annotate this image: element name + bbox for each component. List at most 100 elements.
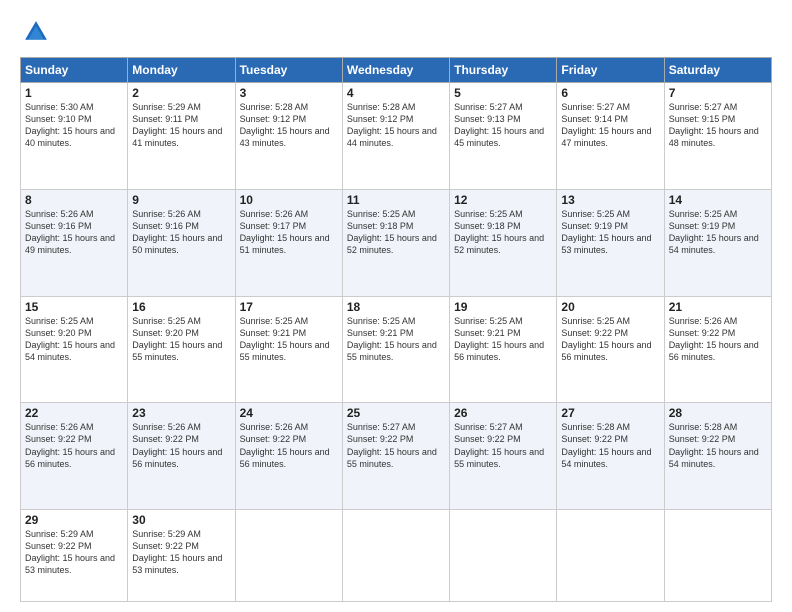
calendar-day-cell: 23Sunrise: 5:26 AMSunset: 9:22 PMDayligh… [128,403,235,510]
logo-icon [22,18,50,46]
calendar-day-cell: 26Sunrise: 5:27 AMSunset: 9:22 PMDayligh… [450,403,557,510]
calendar-day-cell [235,510,342,602]
calendar-day-cell: 12Sunrise: 5:25 AMSunset: 9:18 PMDayligh… [450,189,557,296]
day-info: Sunrise: 5:27 AMSunset: 9:22 PMDaylight:… [454,421,552,470]
weekday-header: Saturday [664,58,771,83]
calendar-day-cell: 20Sunrise: 5:25 AMSunset: 9:22 PMDayligh… [557,296,664,403]
day-info: Sunrise: 5:25 AMSunset: 9:20 PMDaylight:… [132,315,230,364]
day-number: 6 [561,86,659,100]
calendar-day-cell: 7Sunrise: 5:27 AMSunset: 9:15 PMDaylight… [664,83,771,190]
day-number: 24 [240,406,338,420]
calendar-week-row: 22Sunrise: 5:26 AMSunset: 9:22 PMDayligh… [21,403,772,510]
weekday-header: Sunday [21,58,128,83]
day-number: 10 [240,193,338,207]
day-number: 5 [454,86,552,100]
calendar-day-cell: 5Sunrise: 5:27 AMSunset: 9:13 PMDaylight… [450,83,557,190]
day-number: 4 [347,86,445,100]
day-number: 18 [347,300,445,314]
day-info: Sunrise: 5:25 AMSunset: 9:21 PMDaylight:… [347,315,445,364]
calendar-day-cell: 2Sunrise: 5:29 AMSunset: 9:11 PMDaylight… [128,83,235,190]
day-info: Sunrise: 5:26 AMSunset: 9:22 PMDaylight:… [669,315,767,364]
day-number: 28 [669,406,767,420]
calendar-day-cell: 1Sunrise: 5:30 AMSunset: 9:10 PMDaylight… [21,83,128,190]
calendar-day-cell: 14Sunrise: 5:25 AMSunset: 9:19 PMDayligh… [664,189,771,296]
calendar-day-cell [450,510,557,602]
day-info: Sunrise: 5:27 AMSunset: 9:15 PMDaylight:… [669,101,767,150]
day-number: 26 [454,406,552,420]
calendar-week-row: 1Sunrise: 5:30 AMSunset: 9:10 PMDaylight… [21,83,772,190]
day-number: 2 [132,86,230,100]
day-info: Sunrise: 5:29 AMSunset: 9:22 PMDaylight:… [25,528,123,577]
calendar-day-cell: 3Sunrise: 5:28 AMSunset: 9:12 PMDaylight… [235,83,342,190]
day-number: 12 [454,193,552,207]
day-info: Sunrise: 5:25 AMSunset: 9:21 PMDaylight:… [454,315,552,364]
day-info: Sunrise: 5:26 AMSunset: 9:17 PMDaylight:… [240,208,338,257]
weekday-header: Friday [557,58,664,83]
day-info: Sunrise: 5:28 AMSunset: 9:12 PMDaylight:… [347,101,445,150]
day-number: 13 [561,193,659,207]
calendar-day-cell: 10Sunrise: 5:26 AMSunset: 9:17 PMDayligh… [235,189,342,296]
day-number: 3 [240,86,338,100]
logo [20,18,54,51]
calendar-day-cell: 18Sunrise: 5:25 AMSunset: 9:21 PMDayligh… [342,296,449,403]
day-number: 15 [25,300,123,314]
calendar-day-cell: 8Sunrise: 5:26 AMSunset: 9:16 PMDaylight… [21,189,128,296]
day-info: Sunrise: 5:28 AMSunset: 9:22 PMDaylight:… [561,421,659,470]
header [20,18,772,51]
day-number: 22 [25,406,123,420]
calendar-day-cell: 22Sunrise: 5:26 AMSunset: 9:22 PMDayligh… [21,403,128,510]
day-info: Sunrise: 5:26 AMSunset: 9:22 PMDaylight:… [240,421,338,470]
day-number: 27 [561,406,659,420]
day-number: 16 [132,300,230,314]
calendar-table: SundayMondayTuesdayWednesdayThursdayFrid… [20,57,772,602]
calendar-day-cell: 16Sunrise: 5:25 AMSunset: 9:20 PMDayligh… [128,296,235,403]
day-number: 25 [347,406,445,420]
calendar-day-cell: 17Sunrise: 5:25 AMSunset: 9:21 PMDayligh… [235,296,342,403]
calendar-day-cell: 30Sunrise: 5:29 AMSunset: 9:22 PMDayligh… [128,510,235,602]
day-number: 9 [132,193,230,207]
day-number: 14 [669,193,767,207]
day-number: 17 [240,300,338,314]
calendar-week-row: 15 Sunrise: 5:25 AMSunset: 9:20 PMDayligh… [21,296,772,403]
calendar-day-cell: 15Sunrise: 5:25 AMSunset: 9:20 PMDayligh… [21,296,128,403]
day-number: 8 [25,193,123,207]
day-info: Sunrise: 5:25 AMSunset: 9:18 PMDaylight:… [454,208,552,257]
calendar-day-cell: 21Sunrise: 5:26 AMSunset: 9:22 PMDayligh… [664,296,771,403]
calendar-header-row: SundayMondayTuesdayWednesdayThursdayFrid… [21,58,772,83]
day-info: Sunrise: 5:26 AMSunset: 9:16 PMDaylight:… [132,208,230,257]
day-info: Sunrise: 5:26 AMSunset: 9:22 PMDaylight:… [25,421,123,470]
day-info: Sunrise: 5:29 AMSunset: 9:22 PMDaylight:… [132,528,230,577]
calendar-day-cell: 9Sunrise: 5:26 AMSunset: 9:16 PMDaylight… [128,189,235,296]
day-number: 23 [132,406,230,420]
day-info: Sunrise: 5:26 AMSunset: 9:22 PMDaylight:… [132,421,230,470]
day-info: Sunrise: 5:26 AMSunset: 9:16 PMDaylight:… [25,208,123,257]
calendar-day-cell [664,510,771,602]
page: SundayMondayTuesdayWednesdayThursdayFrid… [0,0,792,612]
day-info: Sunrise: 5:30 AMSunset: 9:10 PMDaylight:… [25,101,123,150]
weekday-header: Monday [128,58,235,83]
weekday-header: Thursday [450,58,557,83]
day-info: Sunrise: 5:27 AMSunset: 9:14 PMDaylight:… [561,101,659,150]
day-number: 1 [25,86,123,100]
calendar-day-cell: 13Sunrise: 5:25 AMSunset: 9:19 PMDayligh… [557,189,664,296]
day-number: 30 [132,513,230,527]
calendar-day-cell: 19Sunrise: 5:25 AMSunset: 9:21 PMDayligh… [450,296,557,403]
weekday-header: Tuesday [235,58,342,83]
calendar-day-cell [557,510,664,602]
day-info: Sunrise: 5:25 AMSunset: 9:19 PMDaylight:… [561,208,659,257]
day-number: 19 [454,300,552,314]
day-info: Sunrise: 5:28 AMSunset: 9:12 PMDaylight:… [240,101,338,150]
calendar-day-cell: 28Sunrise: 5:28 AMSunset: 9:22 PMDayligh… [664,403,771,510]
day-info: Sunrise: 5:29 AMSunset: 9:11 PMDaylight:… [132,101,230,150]
day-info: Sunrise: 5:25 AMSunset: 9:18 PMDaylight:… [347,208,445,257]
calendar-day-cell: 27Sunrise: 5:28 AMSunset: 9:22 PMDayligh… [557,403,664,510]
calendar-day-cell [342,510,449,602]
calendar-day-cell: 24Sunrise: 5:26 AMSunset: 9:22 PMDayligh… [235,403,342,510]
day-number: 21 [669,300,767,314]
day-info: Sunrise: 5:25 AMSunset: 9:21 PMDaylight:… [240,315,338,364]
day-info: Sunrise: 5:25 AMSunset: 9:22 PMDaylight:… [561,315,659,364]
day-number: 11 [347,193,445,207]
day-info: Sunrise: 5:27 AMSunset: 9:13 PMDaylight:… [454,101,552,150]
calendar-day-cell: 4Sunrise: 5:28 AMSunset: 9:12 PMDaylight… [342,83,449,190]
day-info: Sunrise: 5:27 AMSunset: 9:22 PMDaylight:… [347,421,445,470]
